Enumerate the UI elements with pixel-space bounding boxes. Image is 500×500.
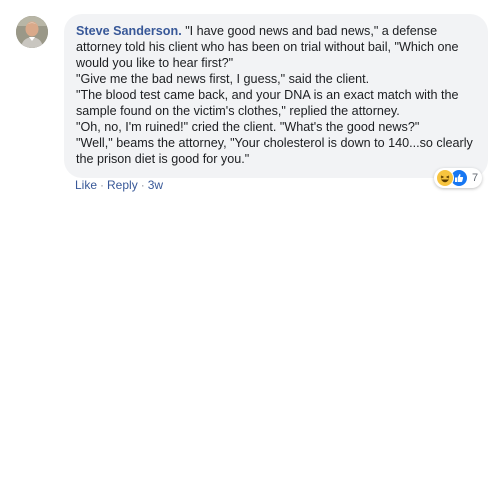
separator: · [100,178,105,192]
haha-icon [436,169,454,187]
comment-text: attorney told his client who has been on… [76,40,459,54]
comment-line-1: Steve Sanderson. "I have good news and b… [76,23,476,39]
reply-button[interactable]: Reply [107,178,138,192]
avatar[interactable] [16,16,48,48]
comment-text: sample found on the victim's clothes," r… [76,104,400,118]
reactions-summary[interactable]: 7 [434,168,483,188]
like-button[interactable]: Like [75,178,97,192]
reaction-count: 7 [472,172,479,184]
timestamp[interactable]: 3w [148,178,163,192]
comment-text: would you like to hear first?" [76,56,234,70]
comment-text: "Well," beams the attorney, "Your choles… [76,136,473,150]
author-name[interactable]: Steve Sanderson. [76,24,182,38]
comment-bubble: Steve Sanderson. "I have good news and b… [64,14,488,178]
comment-text: "I have good news and bad news," a defen… [181,24,438,38]
avatar-photo [16,16,48,48]
comment-text: "Oh, no, I'm ruined!" cried the client. … [76,120,420,134]
separator: · [140,178,145,192]
comment-text: "The blood test came back, and your DNA … [76,88,459,102]
comment-text: "Give me the bad news first, I guess," s… [76,72,370,86]
comment-text: the prison diet is good for you." [76,152,250,166]
comment-actions: Like · Reply · 3w [75,178,163,192]
